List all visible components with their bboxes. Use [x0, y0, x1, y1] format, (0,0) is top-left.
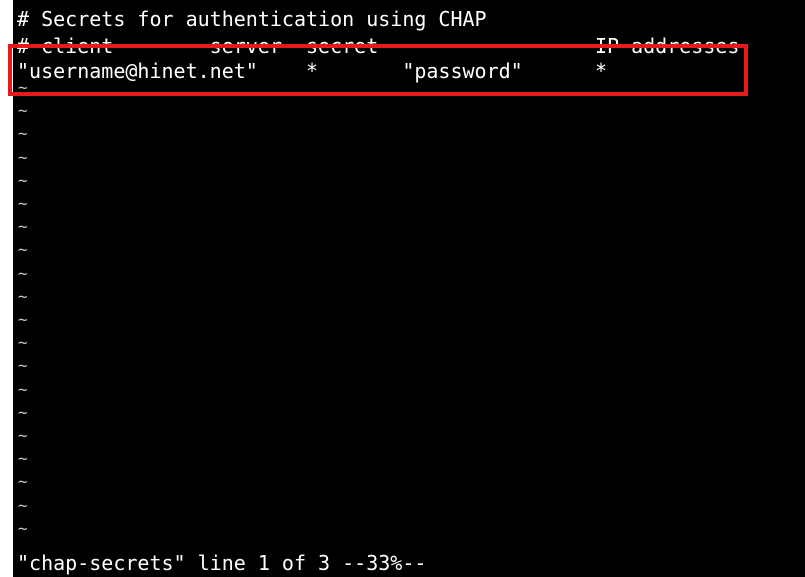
- terminal-editor[interactable]: # Secrets for authentication using CHAP …: [13, 0, 805, 577]
- empty-line-marker: ~: [18, 287, 28, 306]
- empty-line-marker: ~: [18, 496, 28, 515]
- window-left-frame: [0, 0, 13, 577]
- empty-line-marker: ~: [18, 264, 28, 283]
- empty-line-marker: ~: [18, 124, 28, 143]
- secret-entry-line[interactable]: "username@hinet.net" * "password" *: [17, 60, 607, 83]
- empty-line-marker: ~: [18, 101, 28, 120]
- empty-line-marker: ~: [18, 78, 28, 97]
- empty-line-marker: ~: [18, 333, 28, 352]
- empty-line-marker: ~: [18, 194, 28, 213]
- status-line: "chap-secrets" line 1 of 3 --33%--: [17, 551, 427, 575]
- comment-line-title: # Secrets for authentication using CHAP: [17, 7, 487, 31]
- empty-line-marker: ~: [18, 356, 28, 375]
- empty-line-marker: ~: [18, 380, 28, 399]
- empty-line-marker: ~: [18, 472, 28, 491]
- empty-line-marker: ~: [18, 217, 28, 236]
- empty-line-marker: ~: [18, 426, 28, 445]
- empty-line-marker: ~: [18, 240, 28, 259]
- empty-line-marker: ~: [18, 403, 28, 422]
- empty-line-marker: ~: [18, 519, 28, 538]
- empty-line-marker: ~: [18, 449, 28, 468]
- empty-line-marker: ~: [18, 171, 28, 190]
- comment-line-columns: # client server secret IP addresses: [17, 34, 740, 58]
- empty-line-marker: ~: [18, 148, 28, 167]
- empty-line-marker: ~: [18, 310, 28, 329]
